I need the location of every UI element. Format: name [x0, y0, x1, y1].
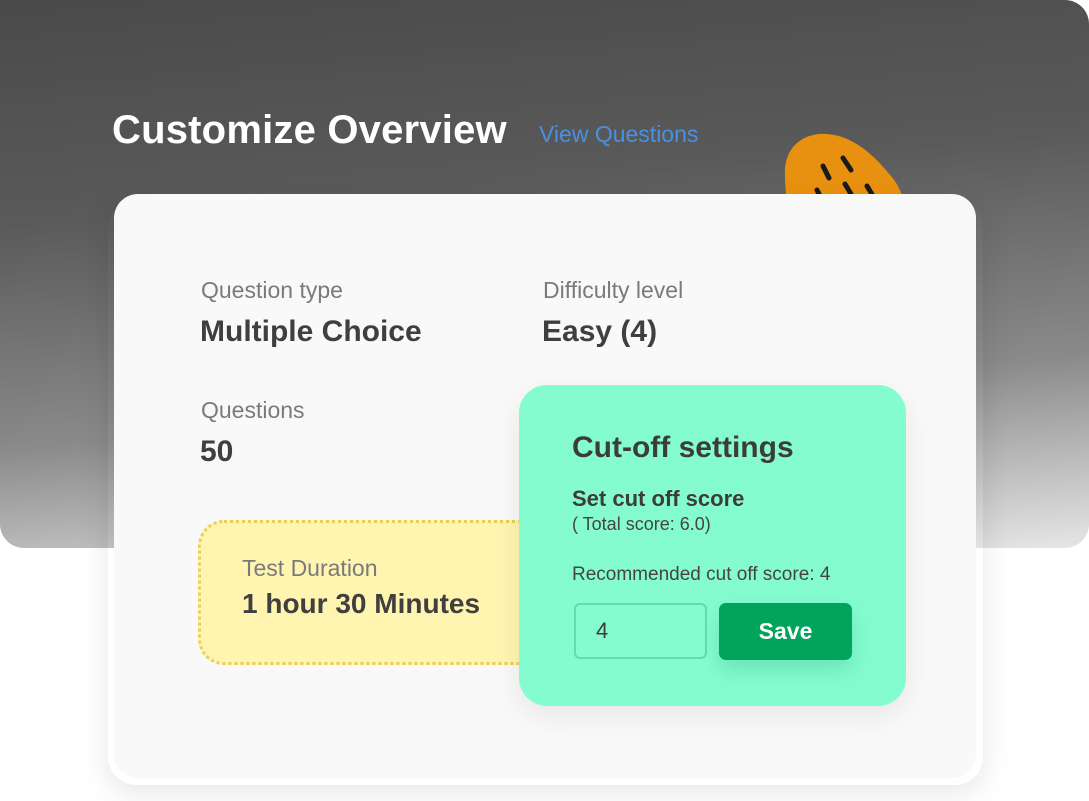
- cutoff-settings-card: Cut-off settings Set cut off score ( Tot…: [519, 385, 906, 706]
- cutoff-title: Cut-off settings: [572, 431, 794, 464]
- total-score-text: ( Total score: 6.0): [572, 514, 711, 534]
- test-duration-value: 1 hour 30 Minutes: [242, 588, 481, 619]
- cutoff-score-input[interactable]: [574, 603, 707, 659]
- test-duration-label: Test Duration: [242, 555, 378, 581]
- cutoff-subtitle: Set cut off score: [572, 486, 745, 511]
- save-button[interactable]: Save: [719, 603, 852, 660]
- questions-value: 50: [200, 435, 234, 468]
- difficulty-label: Difficulty level: [543, 277, 684, 303]
- difficulty-value: Easy (4): [542, 315, 658, 348]
- question-type-value: Multiple Choice: [200, 315, 422, 348]
- recommended-score-text: Recommended cut off score: 4: [572, 564, 831, 585]
- question-type-label: Question type: [201, 277, 343, 303]
- page-title: Customize Overview: [112, 108, 507, 152]
- overview-screen: Customize Overview View Questions Questi…: [0, 0, 1089, 801]
- questions-label: Questions: [201, 397, 305, 423]
- view-questions-link[interactable]: View Questions: [539, 121, 698, 148]
